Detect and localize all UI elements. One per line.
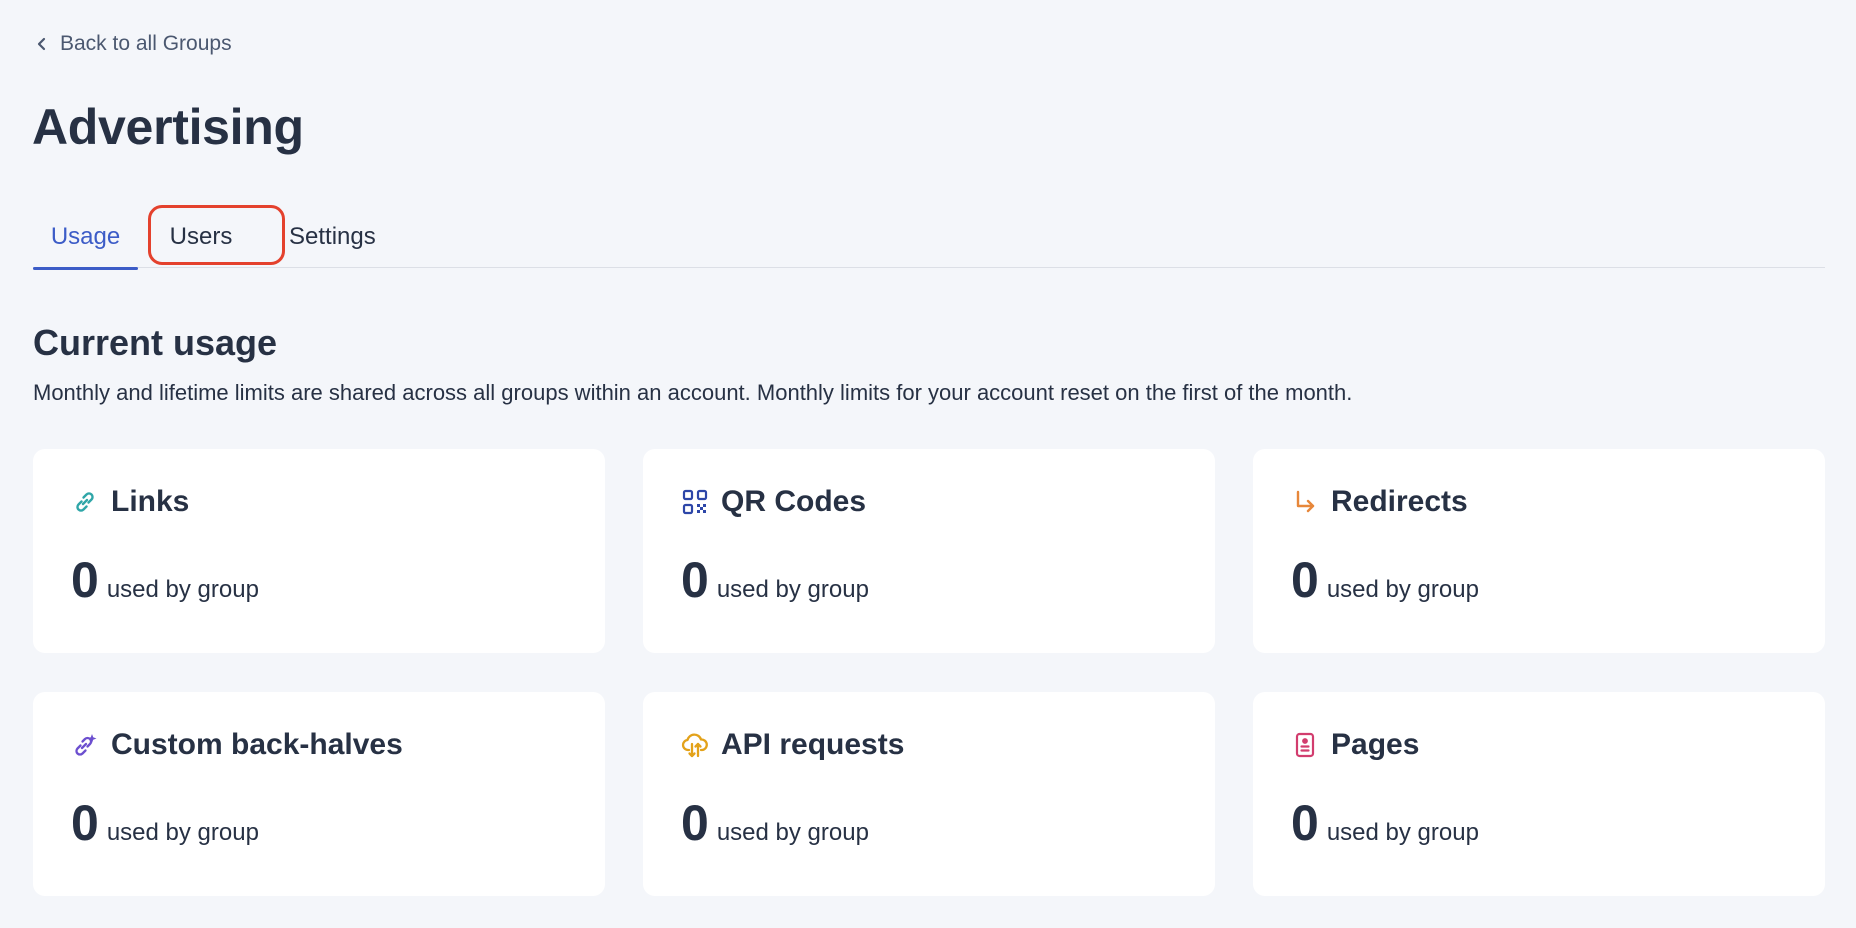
tab-users-label: Users xyxy=(169,223,233,250)
redirect-arrow-icon xyxy=(1291,488,1319,516)
card-header: Custom back-halves xyxy=(71,728,403,762)
metric-value: 0 xyxy=(71,552,99,608)
usage-card-links: Links 0 used by group xyxy=(33,449,605,653)
card-header: Links xyxy=(71,485,189,519)
page-title: Advertising xyxy=(32,99,304,155)
card-title: QR Codes xyxy=(721,485,867,518)
usage-card-pages: Pages 0 used by group xyxy=(1253,692,1825,896)
group-usage-page: Back to all Groups Advertising Usage Use… xyxy=(0,0,1856,928)
usage-card-qr-codes: QR Codes 0 used by group xyxy=(643,449,1215,653)
metric-label: used by group xyxy=(716,819,869,846)
link-icon xyxy=(71,488,99,516)
back-link-label: Back to all Groups xyxy=(60,32,232,55)
metric-label: used by group xyxy=(1326,819,1479,846)
active-tab-indicator xyxy=(33,267,138,270)
tab-users[interactable]: Users xyxy=(151,206,251,268)
card-header: QR Codes xyxy=(681,485,866,519)
card-title: Redirects xyxy=(1331,485,1468,518)
usage-card-api-requests: API requests 0 used by group xyxy=(643,692,1215,896)
card-metric: 0 used by group xyxy=(71,555,259,605)
card-metric: 0 used by group xyxy=(71,798,259,848)
card-header: Redirects xyxy=(1291,485,1468,519)
cloud-transfer-icon xyxy=(681,731,709,759)
metric-value: 0 xyxy=(681,795,709,851)
metric-label: used by group xyxy=(106,576,259,603)
metric-value: 0 xyxy=(1291,795,1319,851)
card-metric: 0 used by group xyxy=(1291,555,1479,605)
card-title: API requests xyxy=(721,728,905,761)
metric-value: 0 xyxy=(1291,552,1319,608)
chevron-left-icon xyxy=(36,36,48,52)
tab-settings-label: Settings xyxy=(289,223,376,250)
metric-value: 0 xyxy=(681,552,709,608)
current-usage-title: Current usage xyxy=(33,322,278,363)
tab-settings[interactable]: Settings xyxy=(289,206,409,268)
metric-label: used by group xyxy=(106,819,259,846)
page-icon xyxy=(1291,731,1319,759)
card-header: Pages xyxy=(1291,728,1419,762)
usage-card-custom-back-halves: Custom back-halves 0 used by group xyxy=(33,692,605,896)
card-metric: 0 used by group xyxy=(1291,798,1479,848)
tab-usage-label: Usage xyxy=(50,223,121,250)
card-metric: 0 used by group xyxy=(681,798,869,848)
card-title: Links xyxy=(111,485,190,518)
tab-bar: Usage Users Settings xyxy=(33,206,1825,270)
tab-usage[interactable]: Usage xyxy=(33,206,138,270)
metric-value: 0 xyxy=(71,795,99,851)
metric-label: used by group xyxy=(716,576,869,603)
metric-label: used by group xyxy=(1326,576,1479,603)
card-title: Pages xyxy=(1331,728,1420,761)
usage-description: Monthly and lifetime limits are shared a… xyxy=(33,380,1353,405)
card-metric: 0 used by group xyxy=(681,555,869,605)
usage-card-redirects: Redirects 0 used by group xyxy=(1253,449,1825,653)
card-title: Custom back-halves xyxy=(111,728,403,761)
sparkle-link-icon xyxy=(71,731,99,759)
card-header: API requests xyxy=(681,728,904,762)
qr-code-icon xyxy=(681,488,709,516)
back-to-groups-link[interactable]: Back to all Groups xyxy=(36,32,232,56)
